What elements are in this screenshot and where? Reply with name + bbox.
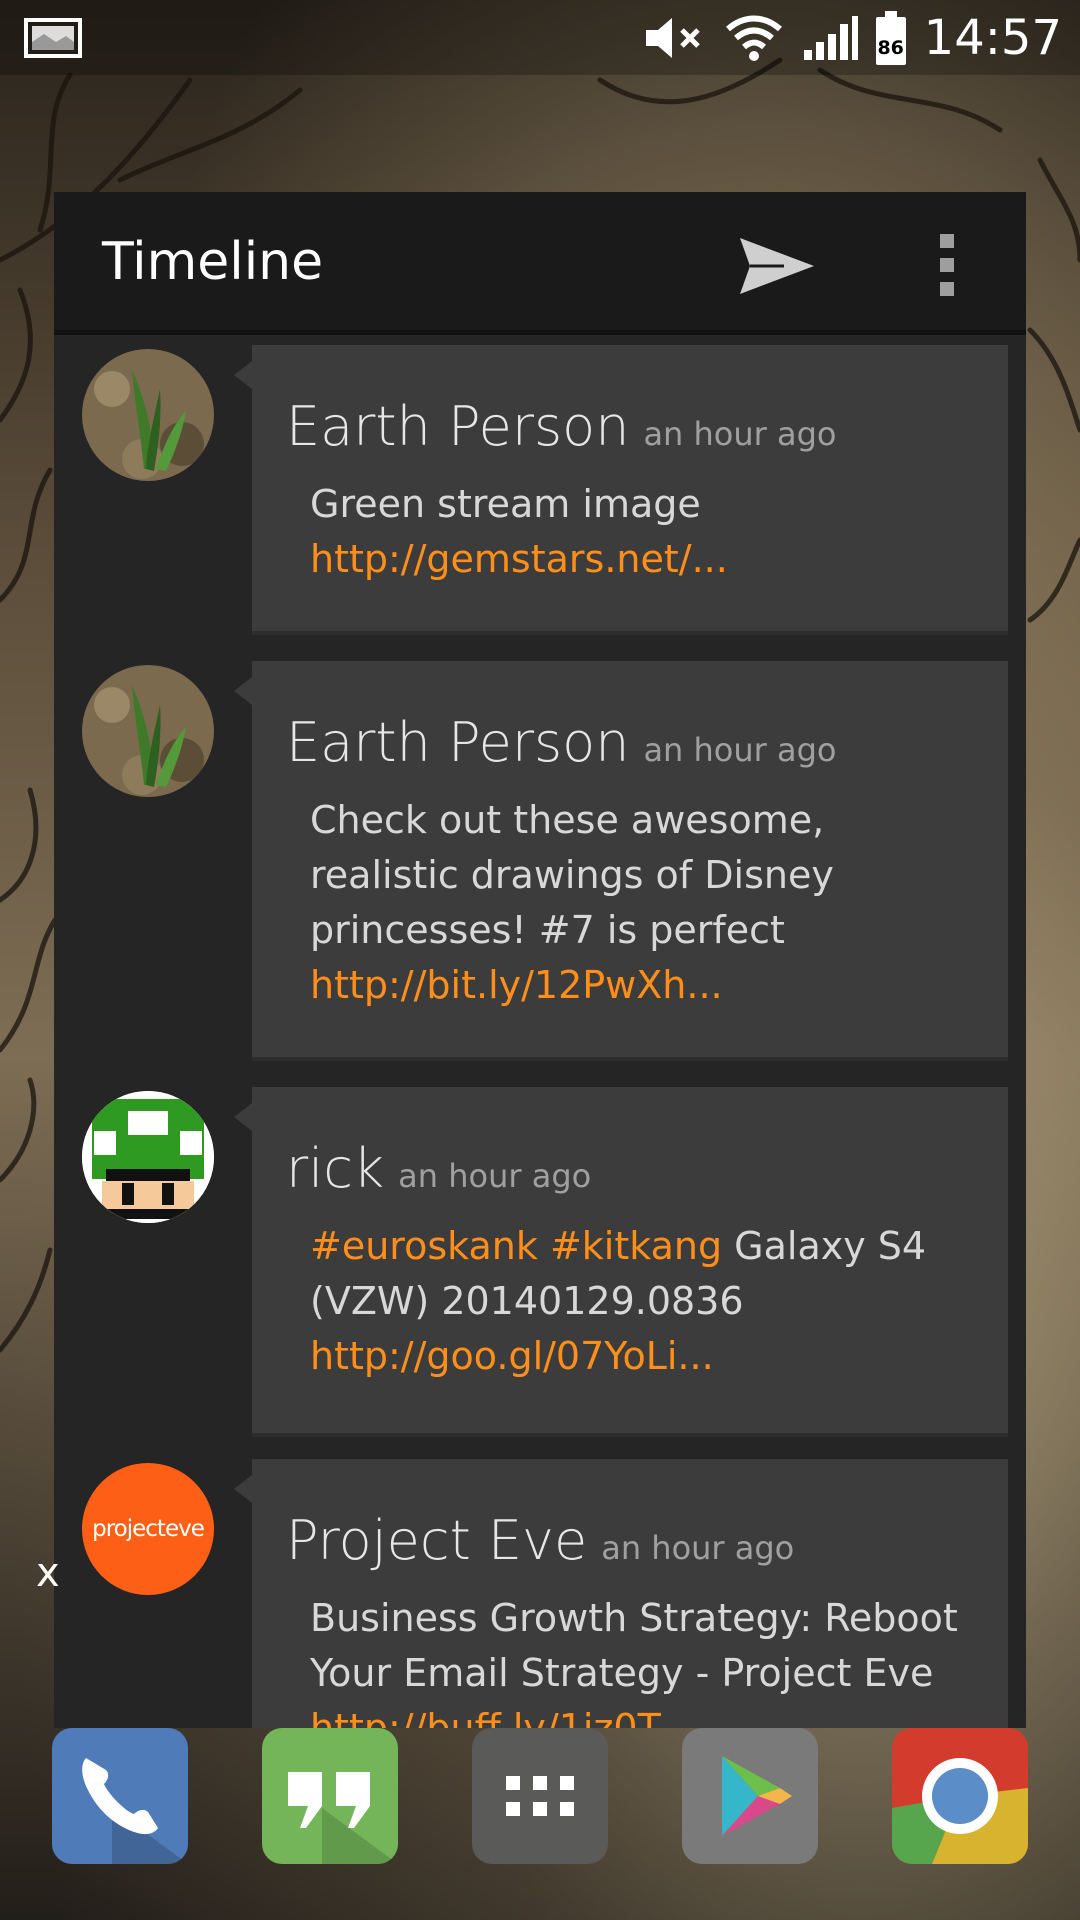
app-drawer-icon[interactable]	[472, 1728, 608, 1864]
post-text-segment	[538, 1224, 550, 1268]
avatar[interactable]: projecteve	[82, 1463, 214, 1595]
pixel-mushroom-icon	[82, 1091, 214, 1223]
post-link[interactable]: #kitkang	[550, 1224, 722, 1268]
hangouts-app-icon[interactable]	[262, 1728, 398, 1864]
widget-resize-handle[interactable]: x	[36, 1550, 60, 1596]
post-card[interactable]: Project Eve an hour ago Business Growth S…	[234, 1459, 1008, 1728]
send-icon[interactable]	[734, 230, 820, 302]
post-time: an hour ago	[398, 1157, 592, 1195]
post-link[interactable]: http://gemstars.net/...	[310, 537, 728, 581]
post-author[interactable]: Earth Person	[286, 395, 629, 458]
avatar[interactable]	[82, 349, 214, 481]
post-text: Business Growth Strategy: Reboot Your Em…	[310, 1591, 970, 1728]
image-icon	[24, 18, 82, 58]
chrome-app-icon[interactable]	[892, 1728, 1028, 1864]
post-author[interactable]: rick	[286, 1137, 384, 1200]
post-author[interactable]: Earth Person	[286, 711, 629, 774]
post-time: an hour ago	[643, 415, 837, 453]
projecteve-logo: projecteve	[92, 1516, 205, 1542]
overflow-menu-icon[interactable]	[924, 232, 968, 302]
play-store-app-icon[interactable]	[682, 1728, 818, 1864]
plant-photo-icon	[82, 665, 214, 797]
widget-title: Timeline	[102, 232, 324, 292]
avatar[interactable]	[82, 665, 214, 797]
battery-icon: 86	[875, 10, 906, 65]
post-text: #euroskank #kitkang Galaxy S4 (VZW) 2014…	[310, 1219, 970, 1384]
home-dock	[0, 1728, 1080, 1920]
signal-icon	[803, 15, 858, 60]
post-link[interactable]: http://buff.ly/1iz0T...	[310, 1706, 693, 1728]
post-text-segment: Business Growth Strategy: Reboot Your Em…	[310, 1596, 958, 1695]
plant-photo-icon	[82, 349, 214, 481]
wifi-icon	[725, 15, 782, 61]
post-author[interactable]: Project Eve	[286, 1509, 587, 1572]
post-time: an hour ago	[643, 731, 837, 769]
widget-header: Timeline	[54, 192, 1026, 335]
post-time: an hour ago	[601, 1529, 795, 1567]
post-link[interactable]: http://bit.ly/12PwXh...	[310, 963, 723, 1007]
post-card[interactable]: Earth Person an hour ago Check out these …	[234, 661, 1008, 1061]
post-text-segment: Check out these awesome, realistic drawi…	[310, 798, 834, 952]
post-card[interactable]: Earth Person an hour ago Green stream ima…	[234, 345, 1008, 635]
mute-icon	[645, 17, 700, 58]
post-card[interactable]: rick an hour ago #euroskank #kitkang Gala…	[234, 1087, 1008, 1437]
status-time: 14:57	[923, 9, 1062, 66]
post-text-segment: Green stream image	[310, 482, 701, 526]
status-bar: 86 14:57	[0, 0, 1080, 75]
battery-percent: 86	[877, 36, 904, 59]
post-link[interactable]: #euroskank	[310, 1224, 538, 1268]
post-link[interactable]: http://goo.gl/07YoLi...	[310, 1334, 714, 1378]
post-text: Check out these awesome, realistic drawi…	[310, 793, 970, 1013]
avatar[interactable]	[82, 1091, 214, 1223]
timeline-widget: Timeline Earth Person an hour ago Green …	[54, 192, 1026, 1728]
phone-app-icon[interactable]	[52, 1728, 188, 1864]
post-text: Green stream image http://gemstars.net/.…	[310, 477, 970, 587]
